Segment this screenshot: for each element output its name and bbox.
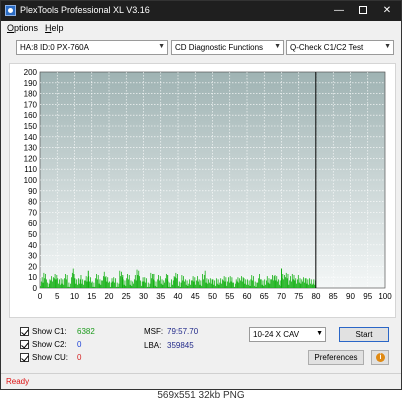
y-tick-label: 140 — [24, 133, 38, 142]
speed-select[interactable]: 10-24 X CAV ▼ — [249, 327, 326, 342]
x-tick-label: 25 — [122, 292, 131, 301]
y-tick-label: 160 — [24, 111, 38, 120]
app-icon — [5, 5, 16, 16]
x-tick-label: 65 — [260, 292, 269, 301]
x-tick-label: 35 — [156, 292, 165, 301]
x-tick-label: 0 — [38, 292, 43, 301]
y-tick-label: 90 — [28, 187, 37, 196]
x-tick-label: 60 — [243, 292, 252, 301]
lba-label: LBA: — [144, 341, 162, 350]
results-panel: Show C1: 6382 Show C2: 0 Show CU: 0 MSF:… — [1, 319, 401, 371]
x-tick-label: 5 — [55, 292, 60, 301]
y-tick-label: 170 — [24, 100, 38, 109]
x-tick-label: 85 — [329, 292, 338, 301]
x-tick-label: 40 — [174, 292, 183, 301]
status-text: Ready — [6, 377, 30, 386]
chevron-down-icon: ▼ — [316, 330, 323, 337]
menu-help[interactable]: Help — [45, 23, 64, 33]
y-tick-label: 10 — [28, 273, 37, 282]
y-tick-label: 50 — [28, 230, 37, 239]
msf-label: MSF: — [144, 327, 164, 336]
image-caption: 569x551 32kb PNG — [157, 390, 245, 401]
x-tick-label: 15 — [87, 292, 96, 301]
x-tick-label: 100 — [378, 292, 392, 301]
show-c1-label: Show C1: — [32, 327, 67, 336]
menu-options-rest: ptions — [14, 23, 39, 33]
minimize-button[interactable]: — — [327, 1, 351, 21]
status-bar: Ready — [1, 373, 401, 389]
y-tick-label: 150 — [24, 122, 38, 131]
y-tick-label: 100 — [24, 176, 38, 185]
test-select-value: Q-Check C1/C2 Test — [290, 43, 364, 52]
x-tick-label: 70 — [277, 292, 286, 301]
menu-options[interactable]: Options — [7, 23, 38, 33]
close-button[interactable]: ✕ — [375, 1, 399, 21]
y-tick-label: 200 — [24, 68, 38, 77]
speed-select-value: 10-24 X CAV — [253, 330, 300, 339]
c1-count: 6382 — [77, 327, 95, 336]
x-tick-label: 95 — [363, 292, 372, 301]
show-cu-checkbox[interactable] — [20, 353, 29, 362]
show-cu-label: Show CU: — [32, 353, 69, 362]
y-tick-label: 190 — [24, 79, 38, 88]
chevron-down-icon: ▼ — [158, 43, 165, 50]
menu-help-rest: elp — [51, 23, 64, 33]
y-tick-label: 20 — [28, 262, 37, 271]
preferences-button[interactable]: Preferences — [308, 350, 364, 365]
x-tick-label: 55 — [225, 292, 234, 301]
maximize-icon — [359, 6, 367, 15]
y-tick-label: 30 — [28, 252, 37, 261]
function-select-value: CD Diagnostic Functions — [175, 43, 264, 52]
y-tick-label: 40 — [28, 241, 37, 250]
x-tick-label: 80 — [312, 292, 321, 301]
y-tick-label: 70 — [28, 208, 37, 217]
maximize-button[interactable] — [351, 1, 375, 21]
y-axis-ticks: 0102030405060708090100110120130140150160… — [24, 68, 38, 293]
info-icon: i — [376, 353, 385, 362]
title-bar: PlexTools Professional XL V3.16 — ✕ — [1, 1, 401, 21]
y-tick-label: 180 — [24, 90, 38, 99]
msf-value: 79:57.70 — [167, 327, 199, 336]
drive-select-value: HA:8 ID:0 PX-760A — [20, 43, 89, 52]
x-tick-label: 50 — [208, 292, 217, 301]
x-axis-ticks: 0 5 10 15 20 25 30 35 40 45 50 55 60 65 70 75 80 85 90 95 10… — [38, 292, 392, 301]
graph-panel: 0 10 20 30 40 50 60 70 80 90 100 110 120 130 140 150 160… — [9, 63, 396, 318]
drive-select[interactable]: HA:8 ID:0 PX-760A ▼ — [16, 40, 168, 55]
menu-bar: Options Help — [1, 21, 401, 35]
show-c2-checkbox[interactable] — [20, 340, 29, 349]
y-tick-label: 120 — [24, 154, 38, 163]
window-title: PlexTools Professional XL V3.16 — [20, 5, 150, 15]
x-tick-label: 20 — [105, 292, 114, 301]
function-select[interactable]: CD Diagnostic Functions ▼ — [171, 40, 284, 55]
info-button[interactable]: i — [371, 350, 389, 365]
test-select[interactable]: Q-Check C1/C2 Test ▼ — [286, 40, 394, 55]
c1-c2-chart: 0102030405060708090100110120130140150160… — [24, 68, 393, 301]
y-tick-label: 80 — [28, 198, 37, 207]
start-button[interactable]: Start — [339, 327, 389, 342]
y-tick-label: 60 — [28, 219, 37, 228]
x-tick-label: 30 — [139, 292, 148, 301]
menu-options-mnemonic: O — [7, 23, 15, 33]
y-tick-label: 110 — [24, 165, 37, 174]
show-c2-label: Show C2: — [32, 340, 67, 349]
c2-count: 0 — [77, 340, 82, 349]
chevron-down-icon: ▼ — [384, 43, 391, 50]
show-c1-checkbox[interactable] — [20, 327, 29, 336]
x-tick-label: 10 — [70, 292, 79, 301]
x-tick-label: 45 — [191, 292, 200, 301]
x-tick-label: 75 — [294, 292, 303, 301]
x-tick-label: 90 — [346, 292, 355, 301]
y-tick-label: 130 — [24, 144, 38, 153]
lba-value: 359845 — [167, 341, 194, 350]
toolbar: HA:8 ID:0 PX-760A ▼ CD Diagnostic Functi… — [1, 37, 401, 57]
app-window: PlexTools Professional XL V3.16 — ✕ Opti… — [0, 0, 402, 390]
cu-count: 0 — [77, 353, 82, 362]
chevron-down-icon: ▼ — [274, 43, 281, 50]
